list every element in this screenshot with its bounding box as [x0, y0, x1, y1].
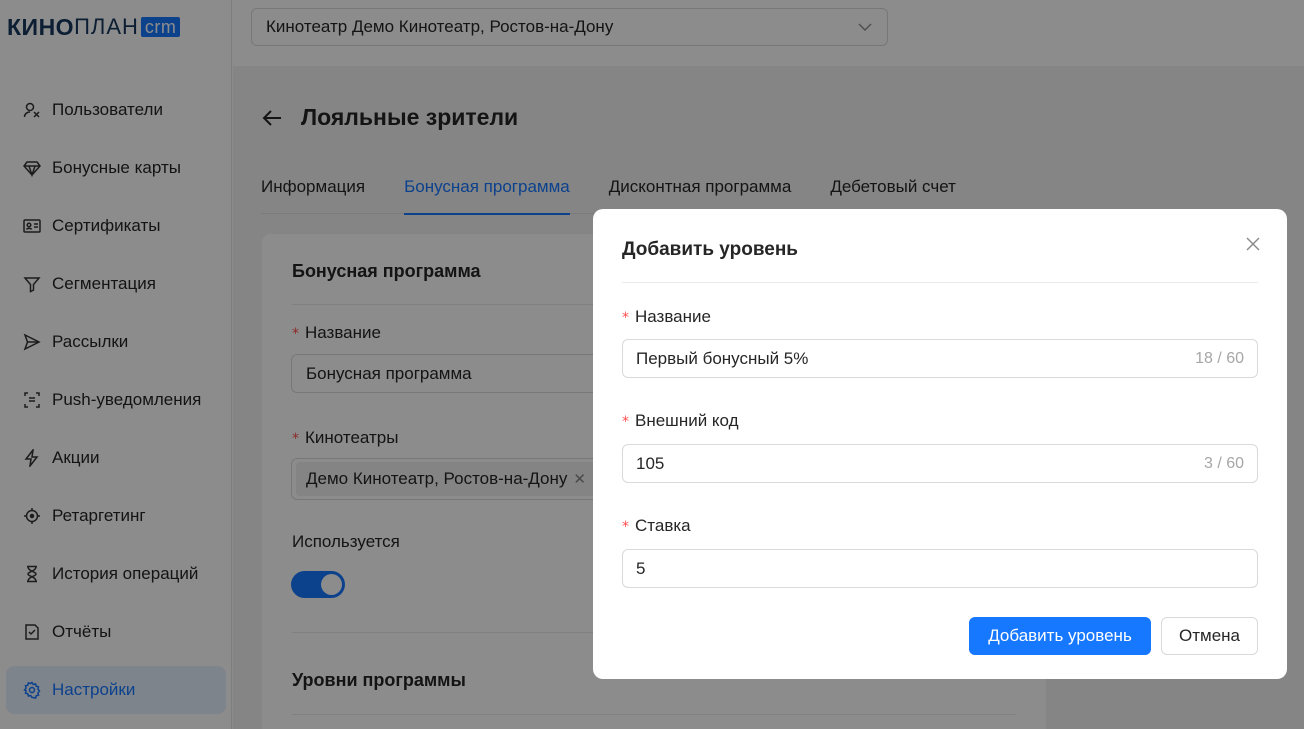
required-mark: * — [622, 414, 629, 430]
cancel-button[interactable]: Отмена — [1161, 617, 1258, 655]
add-level-modal: Добавить уровень * Название Первый бонусн… — [593, 209, 1287, 679]
add-level-button[interactable]: Добавить уровень — [969, 617, 1151, 655]
external-code-input[interactable]: 105 3 / 60 — [622, 444, 1258, 483]
rate-input[interactable]: 5 — [622, 549, 1258, 588]
char-counter: 18 / 60 — [1195, 350, 1244, 367]
required-mark: * — [622, 310, 629, 326]
modal-divider — [622, 282, 1258, 283]
external-code-label: * Внешний код — [622, 411, 739, 430]
external-code-value: 105 — [636, 453, 665, 473]
level-name-input[interactable]: Первый бонусный 5% 18 / 60 — [622, 339, 1258, 378]
rate-label: * Ставка — [622, 516, 691, 535]
modal-title: Добавить уровень — [622, 239, 798, 260]
level-name-value: Первый бонусный 5% — [636, 348, 809, 368]
level-name-label: * Название — [622, 307, 711, 326]
char-counter: 3 / 60 — [1203, 455, 1244, 472]
required-mark: * — [622, 519, 629, 535]
close-icon[interactable] — [1245, 236, 1261, 252]
rate-value: 5 — [636, 558, 646, 578]
